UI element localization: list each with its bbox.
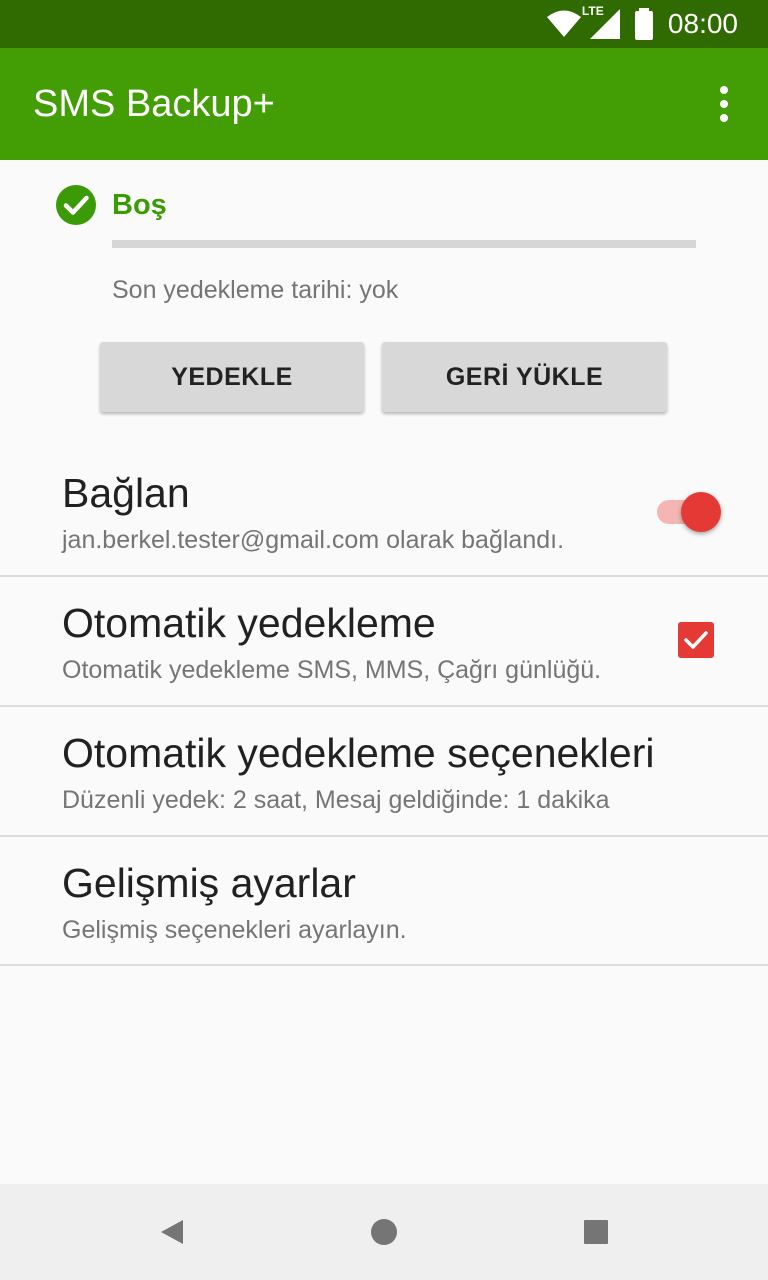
pref-summary: Otomatik yedekleme SMS, MMS, Çağrı günlü… — [62, 656, 602, 684]
checkmark-icon — [684, 631, 708, 649]
overflow-dot — [720, 86, 728, 94]
restore-button[interactable]: GERİ YÜKLE — [382, 342, 667, 412]
divider — [0, 964, 768, 966]
status-text: Boş — [112, 188, 167, 221]
back-icon — [161, 1220, 183, 1244]
pref-connect[interactable]: Bağlan jan.berkel.tester@gmail.com olara… — [0, 446, 768, 576]
clock: 08:00 — [667, 8, 738, 39]
battery-icon — [634, 8, 653, 40]
wifi-icon — [546, 10, 581, 37]
pref-auto-backup[interactable]: Otomatik yedekleme Otomatik yedekleme SM… — [0, 576, 768, 706]
pref-title: Otomatik yedekleme seçenekleri — [62, 730, 655, 776]
pref-title: Gelişmiş ayarlar — [62, 860, 356, 906]
app-title: SMS Backup+ — [33, 82, 275, 125]
pref-advanced-settings[interactable]: Gelişmiş ayarlar Gelişmiş seçenekleri ay… — [0, 836, 768, 966]
auto-backup-checkbox[interactable] — [678, 622, 714, 658]
check-circle-icon — [56, 185, 96, 225]
home-button[interactable] — [324, 1184, 444, 1280]
switch-thumb — [681, 492, 721, 532]
cell-signal-icon: LTE — [582, 4, 622, 40]
recents-icon — [584, 1220, 608, 1244]
backup-progress-bar — [112, 240, 696, 248]
back-button[interactable] — [112, 1184, 232, 1280]
home-icon — [371, 1219, 397, 1245]
status-bar: LTE 08:00 — [0, 0, 768, 48]
navigation-bar — [0, 1184, 768, 1280]
overflow-dot — [720, 100, 728, 108]
pref-title: Otomatik yedekleme — [62, 600, 436, 646]
connect-switch[interactable] — [655, 492, 723, 532]
app-bar: SMS Backup+ — [0, 48, 768, 160]
status-icons: LTE 08:00 — [546, 4, 738, 40]
overflow-dot — [720, 114, 728, 122]
pref-title: Bağlan — [62, 470, 190, 516]
pref-summary: jan.berkel.tester@gmail.com olarak bağla… — [62, 526, 565, 554]
pref-summary: Gelişmiş seçenekleri ayarlayın. — [62, 916, 407, 944]
network-type-label: LTE — [581, 4, 604, 18]
overflow-menu-icon[interactable] — [694, 74, 754, 134]
backup-button[interactable]: YEDEKLE — [100, 342, 364, 412]
backup-status: Boş — [56, 184, 167, 226]
pref-summary: Düzenli yedek: 2 saat, Mesaj geldiğinde:… — [62, 786, 610, 814]
pref-auto-backup-options[interactable]: Otomatik yedekleme seçenekleri Düzenli y… — [0, 706, 768, 836]
last-backup-date: Son yedekleme tarihi: yok — [112, 276, 399, 304]
recents-button[interactable] — [536, 1184, 656, 1280]
